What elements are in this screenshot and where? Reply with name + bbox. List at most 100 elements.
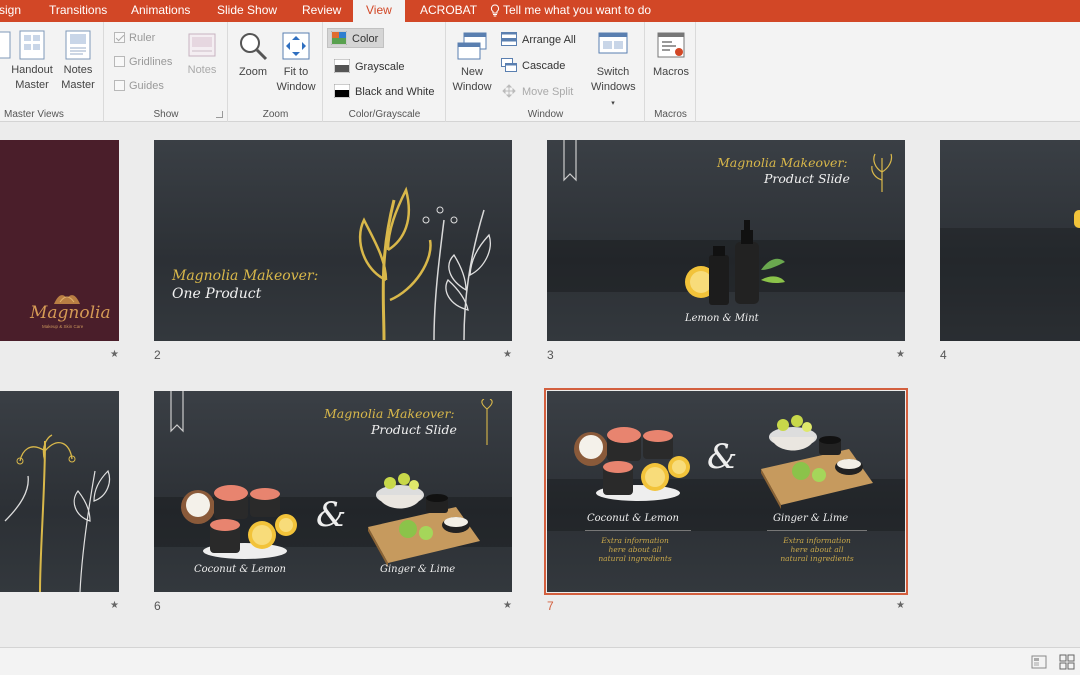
arrange-all-icon — [501, 32, 517, 46]
tell-me-text: Tell me what you want to do — [503, 3, 652, 17]
transition-star-icon: ★ — [110, 349, 119, 360]
transition-star-icon: ★ — [503, 600, 512, 611]
slide-3-title: Magnolia Makeover: — [717, 155, 848, 170]
tab-animations[interactable]: Animations — [131, 0, 190, 22]
gridlines-checkbox[interactable]: Gridlines — [114, 56, 172, 68]
transition-star-icon: ★ — [110, 600, 119, 611]
notes-button[interactable]: Notes — [183, 30, 221, 78]
slide-7-note-left: Extra information here about all natural… — [598, 536, 672, 563]
tab-design[interactable]: sign — [0, 0, 21, 22]
plant-sketch-icon — [481, 399, 493, 445]
transition-star-icon: ★ — [896, 349, 905, 360]
slide-6-subtitle: Product Slide — [371, 422, 457, 437]
grayscale-icon — [334, 59, 350, 73]
macros-label: Macros — [652, 66, 690, 78]
ruler-label: Ruler — [129, 32, 156, 44]
slide-thumbnail-5[interactable] — [0, 391, 119, 592]
slide-6-caption-left: Coconut & Lemon — [194, 564, 286, 575]
slide-thumbnail-2[interactable]: Magnolia Makeover: One Product — [154, 140, 512, 341]
lemon-image — [1074, 210, 1080, 228]
dialog-launcher-icon[interactable] — [216, 111, 223, 118]
tell-me-box[interactable]: Tell me what you want to do — [490, 0, 651, 22]
shelf-band — [940, 228, 1080, 341]
new-window-button[interactable]: New Window — [451, 30, 493, 95]
guides-label: Guides — [129, 80, 164, 92]
group-master-views: Handout Master Notes Master Master Views — [0, 22, 104, 122]
handout-master-button[interactable]: Handout Master — [8, 30, 56, 93]
slide-thumbnail-7[interactable]: & Coconut & Lemon Extra information here… — [544, 388, 908, 595]
magnolia-logo-text: Magnolia — [30, 303, 111, 323]
slide-sorter: Magnolia Makeup & Skin Care ★ Magnolia M… — [0, 123, 1080, 645]
macros-button[interactable]: Macros — [650, 30, 692, 80]
transition-star-icon: ★ — [896, 600, 905, 611]
checkbox-icon — [114, 56, 125, 67]
ginger-lime-products-image — [368, 473, 480, 567]
new-window-icon — [457, 32, 487, 60]
move-split-button[interactable]: Move Split — [501, 84, 573, 98]
slide-number-3: 3 — [547, 348, 554, 362]
group-label-window: Window — [527, 109, 564, 120]
slide-7-caption-right: Ginger & Lime — [773, 513, 849, 524]
ribbon-view: Handout Master Notes Master Master Views… — [0, 22, 1080, 122]
group-window: New Window Arrange All Cascade Move Spli… — [447, 22, 645, 122]
slide-thumbnail-6[interactable]: Magnolia Makeover: Product Slide & Cocon… — [154, 391, 512, 592]
slide-thumbnail-3[interactable]: Magnolia Makeover: Product Slide Lemon &… — [547, 140, 905, 341]
cascade-icon — [501, 58, 517, 72]
group-label-macros: Macros — [654, 109, 687, 120]
move-split-label: Move Split — [522, 86, 574, 98]
group-label-color-grayscale: Color/Grayscale — [348, 109, 421, 120]
zoom-button[interactable]: Zoom — [235, 30, 271, 80]
transition-star-icon: ★ — [503, 349, 512, 360]
group-color-grayscale: Color Grayscale Black and White Color/Gr… — [324, 22, 446, 122]
color-button[interactable]: Color — [327, 28, 385, 48]
checkbox-icon — [114, 80, 125, 91]
ampersand-sketch: & — [316, 495, 347, 535]
notes-icon — [188, 33, 216, 57]
fit-to-window-button[interactable]: Fit to Window — [275, 30, 317, 95]
slide-master-button[interactable] — [0, 30, 11, 63]
group-label-master-views: Master Views — [4, 109, 64, 120]
caption-divider — [767, 530, 867, 531]
black-and-white-icon — [334, 84, 350, 98]
tab-acrobat[interactable]: ACROBAT — [420, 0, 477, 22]
cascade-button[interactable]: Cascade — [501, 58, 565, 72]
normal-view-icon[interactable] — [1031, 654, 1047, 670]
color-swatch-icon — [331, 31, 347, 45]
coconut-lemon-products-image — [574, 427, 690, 501]
cascade-label: Cascade — [522, 60, 566, 72]
caption-divider — [585, 530, 691, 531]
lightbulb-icon — [490, 4, 500, 17]
coconut-lemon-products-image — [181, 485, 297, 559]
handout-master-icon — [19, 30, 45, 60]
new-window-label: New Window — [452, 66, 492, 93]
black-and-white-label: Black and White — [355, 86, 435, 98]
tab-transitions[interactable]: Transitions — [49, 0, 107, 22]
ribbon-bookmark-icon — [563, 140, 577, 182]
group-zoom: Zoom Fit to Window Zoom — [229, 22, 323, 122]
magnifier-icon — [240, 33, 268, 61]
tab-slide-show[interactable]: Slide Show — [217, 0, 277, 22]
tab-view[interactable]: View — [353, 0, 405, 24]
notes-master-icon — [65, 30, 91, 60]
slide-sorter-view-icon[interactable] — [1059, 654, 1075, 670]
color-label: Color — [352, 33, 379, 45]
slide-2-subtitle: One Product — [172, 286, 262, 302]
slide-number-2: 2 — [154, 348, 161, 362]
switch-windows-label: Switch Windows — [591, 66, 636, 93]
dropdown-arrow-icon: ▾ — [611, 100, 615, 107]
tab-review[interactable]: Review — [302, 0, 341, 22]
slide-thumbnail-1[interactable]: Magnolia Makeup & Skin Care — [0, 140, 119, 341]
black-and-white-button[interactable]: Black and White — [334, 84, 434, 98]
ginger-lime-products-image — [761, 415, 873, 509]
move-split-icon — [502, 84, 516, 98]
slide-thumbnail-4[interactable] — [940, 140, 1080, 341]
checkbox-icon — [114, 32, 125, 43]
guides-checkbox[interactable]: Guides — [114, 80, 164, 92]
grayscale-button[interactable]: Grayscale — [334, 59, 405, 73]
group-label-zoom: Zoom — [262, 109, 289, 120]
switch-windows-button[interactable]: Switch Windows ▾ — [591, 30, 636, 111]
arrange-all-button[interactable]: Arrange All — [501, 32, 576, 46]
ruler-checkbox[interactable]: Ruler — [114, 32, 155, 44]
slide-number-6: 6 — [154, 599, 161, 613]
notes-master-button[interactable]: Notes Master — [58, 30, 98, 93]
